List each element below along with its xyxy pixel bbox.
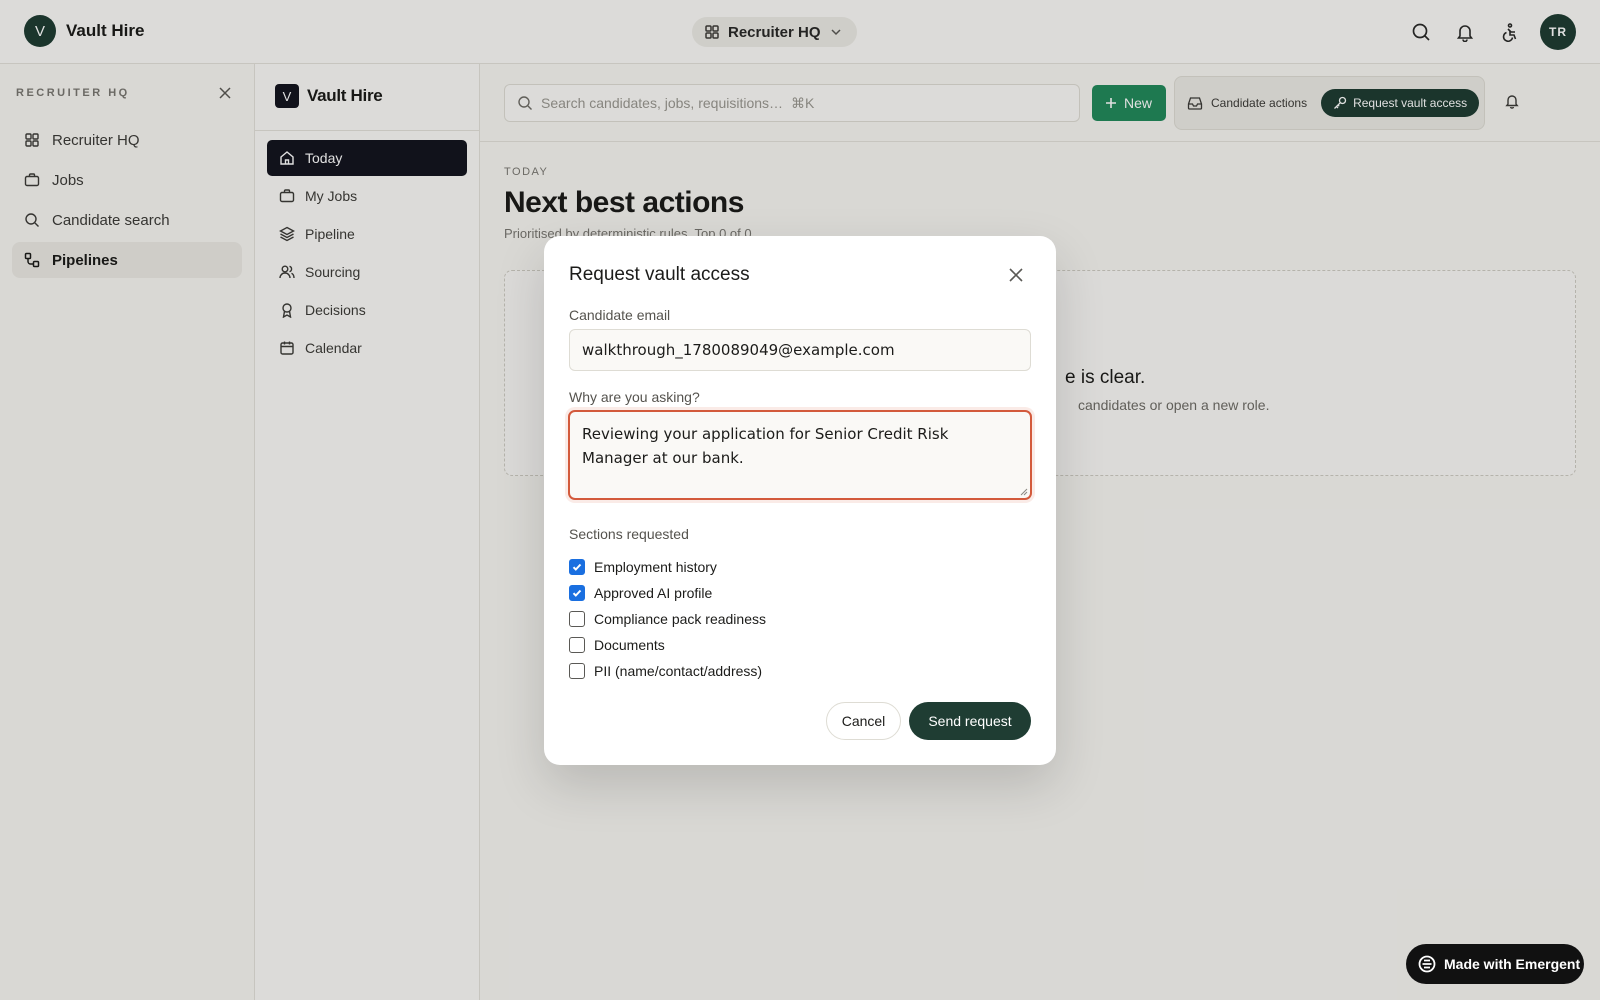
sections-checklist: Employment history Approved AI profile C…	[569, 554, 766, 684]
resize-handle[interactable]	[1018, 486, 1028, 496]
checkbox-label: Compliance pack readiness	[594, 611, 766, 627]
checkbox-label: Employment history	[594, 559, 717, 575]
made-with-label: Made with Emergent	[1444, 956, 1581, 972]
section-employment-history[interactable]: Employment history	[569, 554, 766, 580]
section-pii[interactable]: PII (name/contact/address)	[569, 658, 766, 684]
close-icon[interactable]	[1007, 266, 1025, 284]
reason-textarea[interactable]: Reviewing your application for Senior Cr…	[568, 410, 1032, 500]
section-compliance-pack-readiness[interactable]: Compliance pack readiness	[569, 606, 766, 632]
sections-label: Sections requested	[569, 526, 689, 542]
reason-label: Why are you asking?	[569, 389, 700, 405]
checkbox-label: PII (name/contact/address)	[594, 663, 763, 679]
section-approved-ai-profile[interactable]: Approved AI profile	[569, 580, 766, 606]
email-field[interactable]: walkthrough_1780089049@example.com	[569, 329, 1031, 371]
section-documents[interactable]: Documents	[569, 632, 766, 658]
checkbox[interactable]	[569, 637, 585, 653]
reason-text: Reviewing your application for Senior Cr…	[582, 425, 949, 467]
checkbox[interactable]	[569, 663, 585, 679]
checkbox[interactable]	[569, 559, 585, 575]
emergent-logo-icon	[1418, 955, 1436, 973]
checkbox-label: Documents	[594, 637, 665, 653]
email-label: Candidate email	[569, 307, 671, 323]
made-with-badge[interactable]: Made with Emergent	[1406, 944, 1584, 984]
send-request-button[interactable]: Send request	[909, 702, 1031, 740]
request-vault-access-dialog: Request vault access Candidate email wal…	[544, 236, 1056, 765]
checkbox-label: Approved AI profile	[594, 585, 713, 601]
checkbox[interactable]	[569, 611, 585, 627]
cancel-button[interactable]: Cancel	[826, 702, 901, 740]
checkbox[interactable]	[569, 585, 585, 601]
dialog-title: Request vault access	[569, 264, 750, 285]
